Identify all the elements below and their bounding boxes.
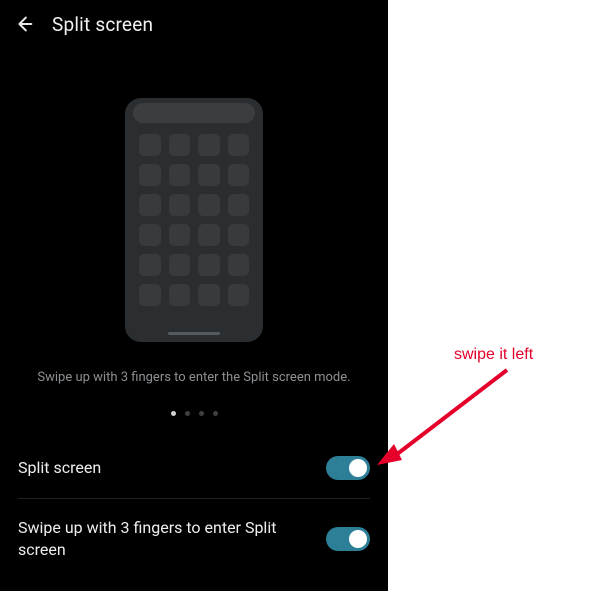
- pager-dot[interactable]: [171, 411, 176, 416]
- toggle-knob: [349, 459, 367, 477]
- illustration-caption: Swipe up with 3 fingers to enter the Spl…: [0, 370, 388, 385]
- pager-dots[interactable]: [0, 411, 388, 416]
- annotation-arrow-icon: [372, 360, 542, 470]
- pager-dot[interactable]: [185, 411, 190, 416]
- back-icon[interactable]: [10, 10, 38, 38]
- setting-row-split-screen: Split screen: [18, 438, 370, 499]
- illustration: [0, 98, 388, 342]
- phone-mockup: [125, 98, 263, 342]
- setting-label: Swipe up with 3 fingers to enter Split s…: [18, 517, 278, 560]
- mockup-home-indicator: [168, 332, 220, 335]
- annotation-text: swipe it left: [454, 346, 533, 364]
- settings-screen: Split screen Swipe up with 3 fingers to …: [0, 0, 388, 591]
- pager-dot[interactable]: [213, 411, 218, 416]
- toggle-split-screen[interactable]: [326, 456, 370, 480]
- setting-row-swipe-3-fingers: Swipe up with 3 fingers to enter Split s…: [18, 499, 370, 578]
- mockup-status-bar: [133, 103, 255, 123]
- canvas: Split screen Swipe up with 3 fingers to …: [0, 0, 600, 591]
- page-title: Split screen: [52, 13, 153, 36]
- header-bar: Split screen: [0, 0, 388, 48]
- setting-label: Split screen: [18, 457, 101, 479]
- pager-dot[interactable]: [199, 411, 204, 416]
- mockup-app-grid: [139, 134, 249, 322]
- toggle-knob: [349, 530, 367, 548]
- settings-list: Split screen Swipe up with 3 fingers to …: [0, 438, 388, 578]
- toggle-swipe-3-fingers[interactable]: [326, 527, 370, 551]
